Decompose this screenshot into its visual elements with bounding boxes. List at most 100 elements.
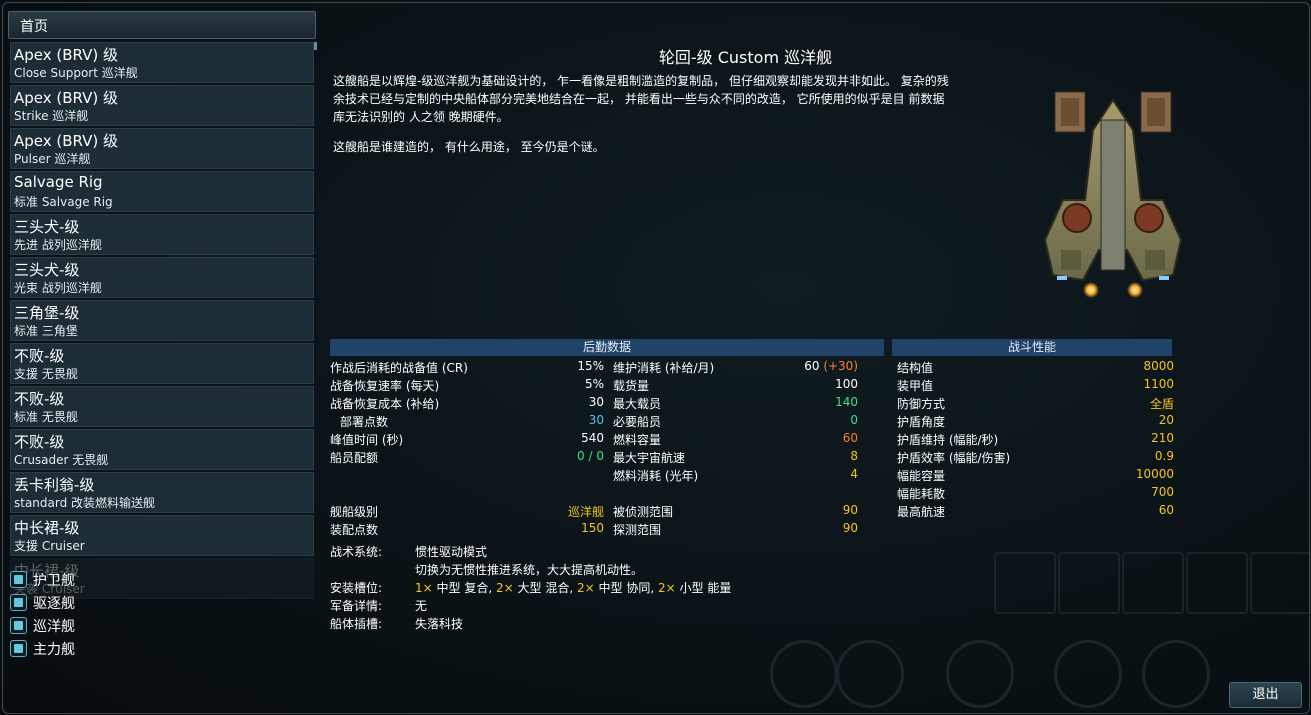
stat-row: 装甲值 1100 (897, 377, 1174, 395)
ship-class-name: 不败-级 (14, 390, 65, 408)
checkbox-icon[interactable] (10, 594, 27, 611)
stat-row: 峰值时间 (秒) 540 (330, 431, 604, 449)
slot-type: 大型 混合, (517, 581, 574, 595)
ship-variant-name: Crusader 无畏舰 (14, 453, 109, 467)
ship-list-item[interactable]: 不败-级 支援 无畏舰 (10, 343, 314, 384)
ship-class-name: Apex (BRV) 级 (14, 132, 119, 150)
ship-variant-name: Close Support 巡洋舰 (14, 66, 138, 80)
ship-title: 轮回-级 Custom 巡洋舰 (658, 48, 833, 67)
stat-value: 700 (1151, 485, 1174, 499)
stat-value: 90 (842, 503, 858, 517)
stat-label: 船员配额 (330, 451, 379, 465)
home-button-label: 首页 (20, 19, 48, 35)
slot-type: 小型 能量 (679, 581, 732, 595)
stat-label: 装配点数 (330, 523, 379, 537)
weapon-slots-label: 安装槽位: (330, 581, 383, 595)
bg-hud-slot (1250, 552, 1311, 614)
ship-class-name: Apex (BRV) 级 (14, 46, 119, 64)
ship-class-name: 三头犬-级 (14, 218, 80, 236)
ship-class-name: 三角堡-级 (14, 304, 80, 322)
stat-label: 护盾效率 (幅能/伤害) (897, 451, 1011, 465)
ship-class-name: 三头犬-级 (14, 261, 80, 279)
stat-value: 0.9 (1154, 449, 1174, 463)
stat-label: 燃料容量 (613, 433, 662, 447)
stat-value: 0 / 0 (577, 449, 604, 463)
stat-row: 护盾角度 20 (897, 413, 1174, 431)
ship-variant-name: 支援 无畏舰 (14, 367, 78, 381)
stat-row: 护盾维持 (幅能/秒) 210 (897, 431, 1174, 449)
stat-value: 60 (842, 431, 858, 445)
stat-row: 舰船级别 巡洋舰 (330, 503, 604, 521)
ship-list-item[interactable]: 丢卡利翁-级 standard 改装燃料输送舰 (10, 472, 314, 513)
stat-label: 战备恢复成本 (补给) (330, 397, 440, 411)
stat-row: 战备恢复成本 (补给) 30 (330, 395, 604, 413)
stat-label: 舰船级别 (330, 505, 379, 519)
stat-value: 全盾 (1149, 397, 1174, 411)
ship-list-item[interactable]: 不败-级 标准 无畏舰 (10, 386, 314, 427)
ship-list[interactable]: Apex (BRV) 级 Close Support 巡洋舰 Apex (BRV… (10, 42, 314, 601)
stat-label: 必要船员 (613, 415, 662, 429)
tactical-system-label: 战术系统: (330, 545, 383, 559)
stat-label: 作战后消耗的战备值 (CR) (330, 361, 468, 375)
stat-value: 60 (+30) (804, 359, 858, 373)
stat-label: 战备恢复速率 (每天) (330, 379, 440, 393)
stat-label: 最大载员 (613, 397, 662, 411)
stat-row: 幅能容量 10000 (897, 467, 1174, 485)
stat-label: 最大宇宙航速 (613, 451, 686, 465)
ship-variant-name: 先进 战列巡洋舰 (14, 238, 102, 252)
bg-hud-ring (836, 640, 904, 708)
checkbox-icon[interactable] (10, 571, 27, 588)
stat-label: 最高航速 (897, 505, 946, 519)
stat-value: 8000 (1143, 359, 1174, 373)
ship-sprite-image (1043, 91, 1183, 298)
stat-row: 最高航速 60 (897, 503, 1174, 521)
stat-label: 载货量 (613, 379, 650, 393)
ship-class-name: Salvage Rig (14, 173, 103, 191)
stat-row: 防御方式 全盾 (897, 395, 1174, 413)
stat-row: 探测范围 90 (613, 521, 858, 539)
stat-label: 幅能耗散 (897, 487, 946, 501)
ship-list-item[interactable]: 三角堡-级 标准 三角堡 (10, 300, 314, 341)
ship-list-item[interactable]: 三头犬-级 光束 战列巡洋舰 (10, 257, 314, 298)
category-frigate[interactable]: 护卫舰 (10, 568, 75, 591)
ship-list-item[interactable]: Apex (BRV) 级 Pulser 巡洋舰 (10, 128, 314, 169)
ship-list-item[interactable]: Salvage Rig 标准 Salvage Rig (10, 171, 314, 212)
ship-list-item[interactable]: Apex (BRV) 级 Close Support 巡洋舰 (10, 42, 314, 83)
category-cruiser[interactable]: 巡洋舰 (10, 614, 75, 637)
slot-type: 中型 协同, (598, 581, 655, 595)
ship-list-item[interactable]: 中长裙-级 支援 Cruiser (10, 515, 314, 556)
stat-value: 150 (581, 521, 604, 535)
description-paragraph: 这艘船是谁建造的， 有什么用途， 至今仍是个谜。 (333, 140, 605, 154)
category-capital[interactable]: 主力舰 (10, 637, 75, 660)
category-destroyer[interactable]: 驱逐舰 (10, 591, 75, 614)
stat-value: 100 (835, 377, 858, 391)
home-button[interactable]: 首页 (8, 11, 316, 39)
bg-hud-ring (770, 640, 838, 708)
exit-button[interactable]: 退出 (1229, 682, 1302, 708)
weapon-slots-list: 1× 中型 复合, 2× 大型 混合, 2× 中型 协同, 2× 小型 能量 (415, 579, 731, 596)
ship-list-scrollbar[interactable] (314, 42, 317, 50)
stat-value: 30 (588, 413, 604, 427)
combat-header: 战斗性能 (892, 339, 1172, 356)
stat-label: 部署点数 (340, 415, 389, 429)
bg-hud-ring (1142, 640, 1210, 708)
stat-value: 90 (842, 521, 858, 535)
stat-value: 8 (850, 449, 858, 463)
bg-hud-slot (1186, 552, 1248, 614)
logistics-header: 后勤数据 (330, 339, 884, 356)
ship-class-name: Apex (BRV) 级 (14, 89, 119, 107)
checkbox-icon[interactable] (10, 617, 27, 634)
checkbox-icon[interactable] (10, 640, 27, 657)
ship-list-item[interactable]: 不败-级 Crusader 无畏舰 (10, 429, 314, 470)
category-filter: 护卫舰 驱逐舰 巡洋舰 主力舰 (10, 568, 75, 660)
tactical-system-name: 惯性驱动模式 (415, 545, 488, 559)
ship-list-item[interactable]: Apex (BRV) 级 Strike 巡洋舰 (10, 85, 314, 126)
stat-value: 60 (1158, 503, 1174, 517)
ship-list-item[interactable]: 三头犬-级 先进 战列巡洋舰 (10, 214, 314, 255)
slot-type: 中型 复合, (436, 581, 493, 595)
stat-row: 燃料消耗 (光年) 4 (613, 467, 858, 485)
ship-detail-panel: 轮回-级 Custom 巡洋舰 这艘船是以辉煌-级巡洋舰为基础设计的， 乍一看像… (320, 38, 1183, 638)
stat-value: 540 (581, 431, 604, 445)
ship-variant-name: standard 改装燃料输送舰 (14, 496, 156, 510)
stat-row: 护盾效率 (幅能/伤害) 0.9 (897, 449, 1174, 467)
